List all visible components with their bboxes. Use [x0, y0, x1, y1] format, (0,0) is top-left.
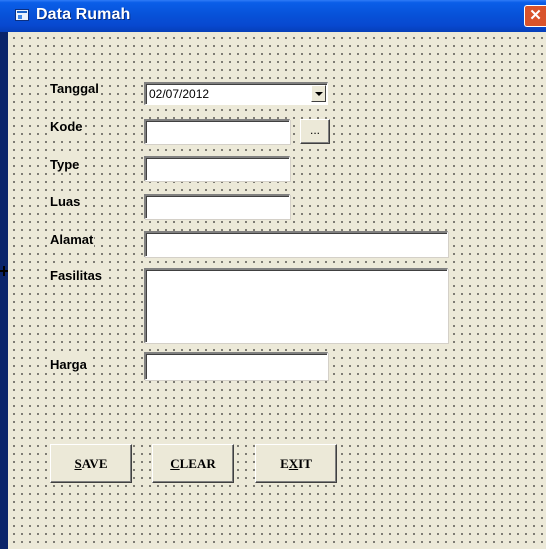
tanggal-value: 02/07/2012	[149, 87, 210, 101]
clear-accelerator: C	[170, 456, 180, 471]
kode-browse-button[interactable]: ...	[300, 119, 330, 144]
save-label: AVE	[81, 456, 108, 471]
harga-input[interactable]	[144, 352, 328, 380]
resize-handle-mark-vertical	[3, 266, 5, 276]
close-icon: ✕	[529, 7, 542, 24]
alamat-input[interactable]	[144, 231, 448, 257]
kode-browse-label: ...	[309, 123, 320, 137]
exit-label-post: IT	[298, 456, 312, 471]
kode-input[interactable]	[144, 119, 290, 144]
window-title: Data Rumah	[36, 6, 131, 23]
close-button[interactable]: ✕	[524, 5, 546, 27]
chevron-down-icon	[315, 92, 323, 96]
form-canvas: Tanggal 02/07/2012 Kode ... Type Luas Al…	[8, 32, 546, 549]
fasilitas-label: Fasilitas	[49, 268, 104, 284]
save-accelerator: S	[74, 456, 82, 471]
exit-button[interactable]: EXIT	[255, 444, 337, 483]
app-window: Data Rumah ✕ Tanggal 02/07/2012 Kode ...…	[0, 0, 546, 549]
exit-label-pre: E	[280, 456, 289, 471]
tanggal-dropdown-button[interactable]	[311, 85, 326, 102]
luas-label: Luas	[49, 194, 82, 210]
type-input[interactable]	[144, 156, 290, 181]
luas-input[interactable]	[144, 194, 290, 219]
tanggal-date-picker[interactable]: 02/07/2012	[144, 82, 328, 105]
clear-label: LEAR	[179, 456, 216, 471]
alamat-label: Alamat	[49, 232, 95, 248]
save-button[interactable]: SAVE	[50, 444, 132, 483]
form-window-icon	[15, 9, 29, 21]
type-label: Type	[49, 157, 81, 173]
fasilitas-textarea[interactable]	[144, 268, 448, 343]
harga-label: Harga	[49, 357, 88, 373]
kode-label: Kode	[49, 119, 84, 135]
tanggal-label: Tanggal	[49, 81, 100, 97]
title-bar[interactable]: Data Rumah ✕	[0, 0, 546, 32]
exit-accelerator: X	[288, 456, 299, 471]
clear-button[interactable]: CLEAR	[152, 444, 234, 483]
